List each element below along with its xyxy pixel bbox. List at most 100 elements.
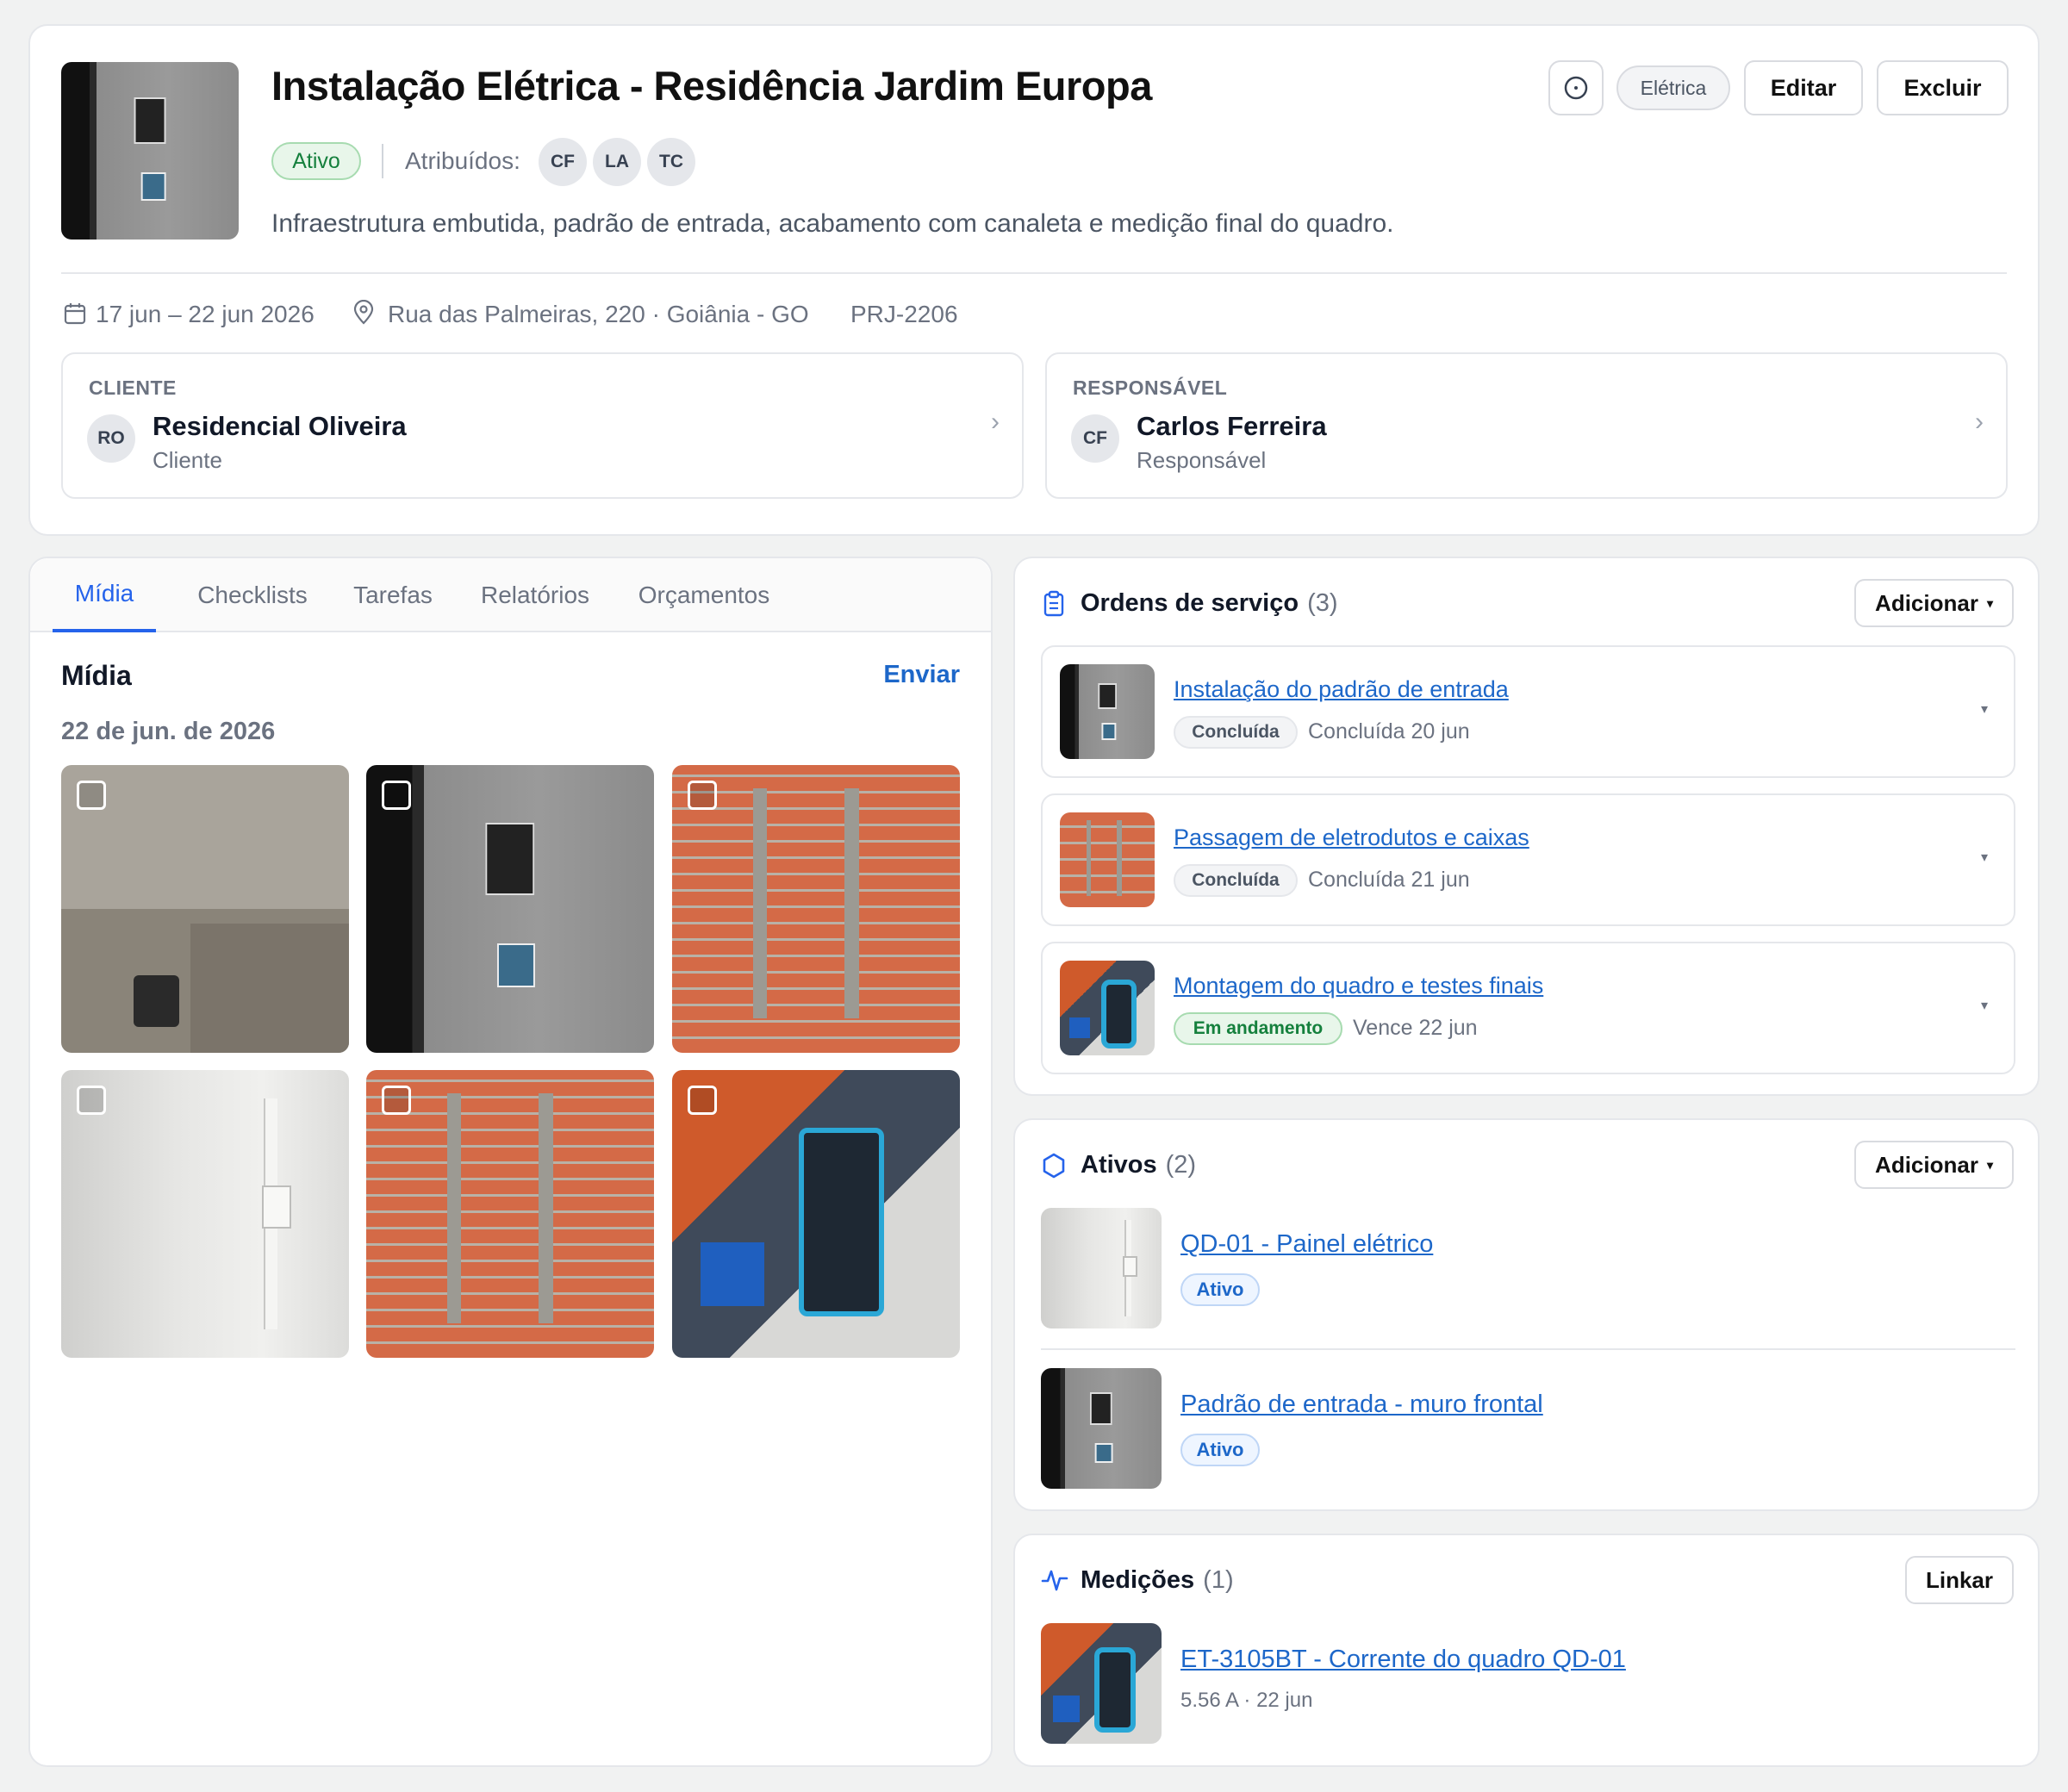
category-tag[interactable]: Elétrica (1616, 65, 1730, 110)
media-date-group: 22 de jun. de 2026 (61, 718, 276, 745)
asset-thumbnail (1041, 1368, 1162, 1489)
service-order-item[interactable]: Instalação do padrão de entrada Concluíd… (1041, 645, 2015, 778)
avatar[interactable]: TC (647, 138, 695, 186)
media-photo[interactable] (61, 765, 349, 1053)
media-photo[interactable] (366, 765, 654, 1053)
project-code: PRJ-2206 (850, 301, 958, 327)
avatar: RO (87, 414, 135, 463)
hexagon-icon (1043, 1153, 1065, 1179)
info-button[interactable] (1548, 60, 1604, 115)
client-role: Cliente (153, 447, 222, 473)
measurements-panel: Medições (1) Linkar ET-3105BT - Corrente … (1013, 1534, 2040, 1767)
chevron-down-icon: ▾ (1986, 1157, 1993, 1172)
service-order-note: Vence 22 jun (1353, 1016, 1478, 1040)
status-badge: Concluída (1174, 716, 1298, 749)
media-section-title: Mídia (61, 660, 132, 691)
measurement-detail: 5.56 A · 22 jun (1180, 1689, 1313, 1712)
service-order-link[interactable]: Instalação do padrão de entrada (1174, 676, 1509, 703)
add-asset-button[interactable]: Adicionar ▾ (1854, 1141, 2014, 1189)
project-header-card: Instalação Elétrica - Residência Jardim … (28, 24, 2040, 536)
responsible-role: Responsável (1137, 447, 1267, 473)
measurement-item[interactable]: ET-3105BT - Corrente do quadro QD-01 5.5… (1041, 1623, 2015, 1744)
chevron-down-icon[interactable]: ▾ (1981, 849, 1988, 866)
media-photo[interactable] (672, 765, 960, 1053)
project-description: Infraestrutura embutida, padrão de entra… (271, 209, 1394, 238)
clipboard-icon (1043, 590, 1064, 617)
tab-budgets[interactable]: Orçamentos (620, 558, 788, 632)
divider (61, 272, 2007, 274)
chevron-down-icon: ▾ (1986, 595, 1993, 610)
divider (1041, 1348, 2015, 1350)
client-label: CLIENTE (89, 376, 177, 399)
select-checkbox[interactable] (382, 781, 411, 810)
status-badge: Ativo (271, 142, 361, 180)
asset-item[interactable]: Padrão de entrada - muro frontal Ativo (1041, 1368, 2015, 1489)
tab-checklists[interactable]: Checklists (173, 558, 332, 632)
edit-button[interactable]: Editar (1744, 60, 1863, 115)
service-order-note: Concluída 21 jun (1308, 868, 1470, 892)
media-photo[interactable] (672, 1070, 960, 1358)
status-badge: Ativo (1180, 1273, 1260, 1306)
page-title: Instalação Elétrica - Residência Jardim … (271, 63, 1152, 109)
tab-bar: Mídia Checklists Tarefas Relatórios Orça… (30, 558, 991, 632)
calendar-icon (64, 303, 86, 325)
upload-button[interactable]: Enviar (883, 661, 960, 689)
media-photo[interactable] (61, 1070, 349, 1358)
avatar[interactable]: CF (539, 138, 587, 186)
add-service-order-button[interactable]: Adicionar ▾ (1854, 579, 2014, 627)
tab-tasks[interactable]: Tarefas (337, 558, 449, 632)
select-checkbox[interactable] (77, 1086, 106, 1115)
media-panel: Mídia Checklists Tarefas Relatórios Orça… (28, 557, 993, 1767)
asset-link[interactable]: QD-01 - Painel elétrico (1180, 1230, 1433, 1259)
service-order-note: Concluída 20 jun (1308, 719, 1470, 744)
service-orders-panel: Ordens de serviço (3) Adicionar ▾ Instalaç… (1013, 557, 2040, 1096)
activity-icon (1041, 1570, 1068, 1591)
chevron-right-icon: › (991, 408, 1000, 436)
responsible-label: RESPONSÁVEL (1073, 376, 1228, 399)
chevron-right-icon: › (1975, 408, 1984, 436)
responsible-card[interactable]: RESPONSÁVEL CF Carlos Ferreira Responsáv… (1045, 352, 2008, 499)
asset-thumbnail (1041, 1208, 1162, 1328)
service-order-thumbnail (1060, 961, 1155, 1055)
assets-title: Ativos (2) (1081, 1151, 1197, 1179)
avatar[interactable]: LA (593, 138, 641, 186)
select-checkbox[interactable] (688, 1086, 717, 1115)
asset-item[interactable]: QD-01 - Painel elétrico Ativo (1041, 1208, 2015, 1328)
service-order-link[interactable]: Montagem do quadro e testes finais (1174, 973, 1543, 999)
chevron-down-icon[interactable]: ▾ (1981, 700, 1988, 718)
select-checkbox[interactable] (382, 1086, 411, 1115)
project-address: Rua das Palmeiras, 220 · Goiânia - GO (388, 301, 809, 327)
measurement-link[interactable]: ET-3105BT - Corrente do quadro QD-01 (1180, 1646, 1626, 1674)
divider (382, 144, 383, 178)
delete-button[interactable]: Excluir (1877, 60, 2009, 115)
service-order-thumbnail (1060, 664, 1155, 759)
client-card[interactable]: CLIENTE RO Residencial Oliveira Cliente … (61, 352, 1024, 499)
media-photo[interactable] (366, 1070, 654, 1358)
select-checkbox[interactable] (688, 781, 717, 810)
service-order-link[interactable]: Passagem de eletrodutos e caixas (1174, 824, 1529, 851)
service-orders-title: Ordens de serviço (3) (1081, 589, 1338, 617)
client-name: Residencial Oliveira (153, 411, 407, 441)
select-checkbox[interactable] (77, 781, 106, 810)
assigned-label: Atribuídos: (405, 147, 520, 174)
responsible-name: Carlos Ferreira (1137, 411, 1327, 441)
tab-media[interactable]: Mídia (53, 558, 156, 632)
assets-panel: Ativos (2) Adicionar ▾ QD-01 - Painel elét… (1013, 1118, 2040, 1511)
info-icon (1564, 76, 1588, 100)
project-dates: 17 jun – 22 jun 2026 (96, 301, 315, 327)
status-badge: Em andamento (1174, 1012, 1342, 1045)
link-measurement-button[interactable]: Linkar (1904, 1556, 2014, 1604)
service-order-item[interactable]: Montagem do quadro e testes finais Em an… (1041, 942, 2015, 1074)
service-order-item[interactable]: Passagem de eletrodutos e caixas Concluí… (1041, 793, 2015, 926)
avatar: CF (1071, 414, 1119, 463)
chevron-down-icon[interactable]: ▾ (1981, 997, 1988, 1014)
location-pin-icon (353, 300, 374, 325)
status-badge: Concluída (1174, 864, 1298, 897)
project-thumbnail (61, 62, 239, 240)
tab-reports[interactable]: Relatórios (463, 558, 607, 632)
asset-link[interactable]: Padrão de entrada - muro frontal (1180, 1391, 1543, 1419)
measurement-thumbnail (1041, 1623, 1162, 1744)
measurements-title: Medições (1) (1081, 1566, 1234, 1594)
status-badge: Ativo (1180, 1434, 1260, 1466)
service-order-thumbnail (1060, 812, 1155, 907)
